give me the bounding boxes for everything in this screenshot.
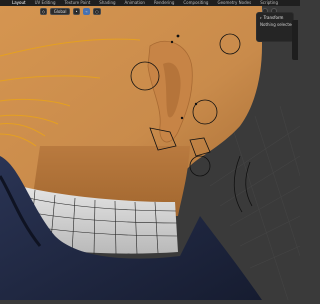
snap-icon[interactable]: ⌁ — [83, 8, 91, 15]
mode-icon[interactable]: ◇ — [40, 8, 48, 15]
chevron-down-icon: ▾ — [260, 16, 262, 20]
last-operator-panel[interactable]: ▾ Transform Nothing selected — [256, 12, 294, 42]
panel-option-label: Nothing selected — [260, 22, 294, 27]
sidebar-toggle-tab[interactable] — [292, 20, 298, 60]
pivot-icon[interactable]: • — [73, 8, 81, 15]
viewport-scene — [0, 6, 301, 304]
viewport-header-toolbar: ◇ Global • ⌁ ○ — [0, 6, 300, 17]
panel-option-row: Nothing selected — [260, 22, 294, 28]
orientation-dropdown[interactable]: Global — [50, 8, 71, 15]
panel-header[interactable]: ▾ Transform — [260, 15, 290, 21]
orientation-label: Global — [53, 9, 67, 14]
proportional-edit-icon[interactable]: ○ — [93, 8, 101, 15]
3d-viewport[interactable] — [0, 6, 301, 304]
panel-title: Transform — [263, 15, 284, 20]
